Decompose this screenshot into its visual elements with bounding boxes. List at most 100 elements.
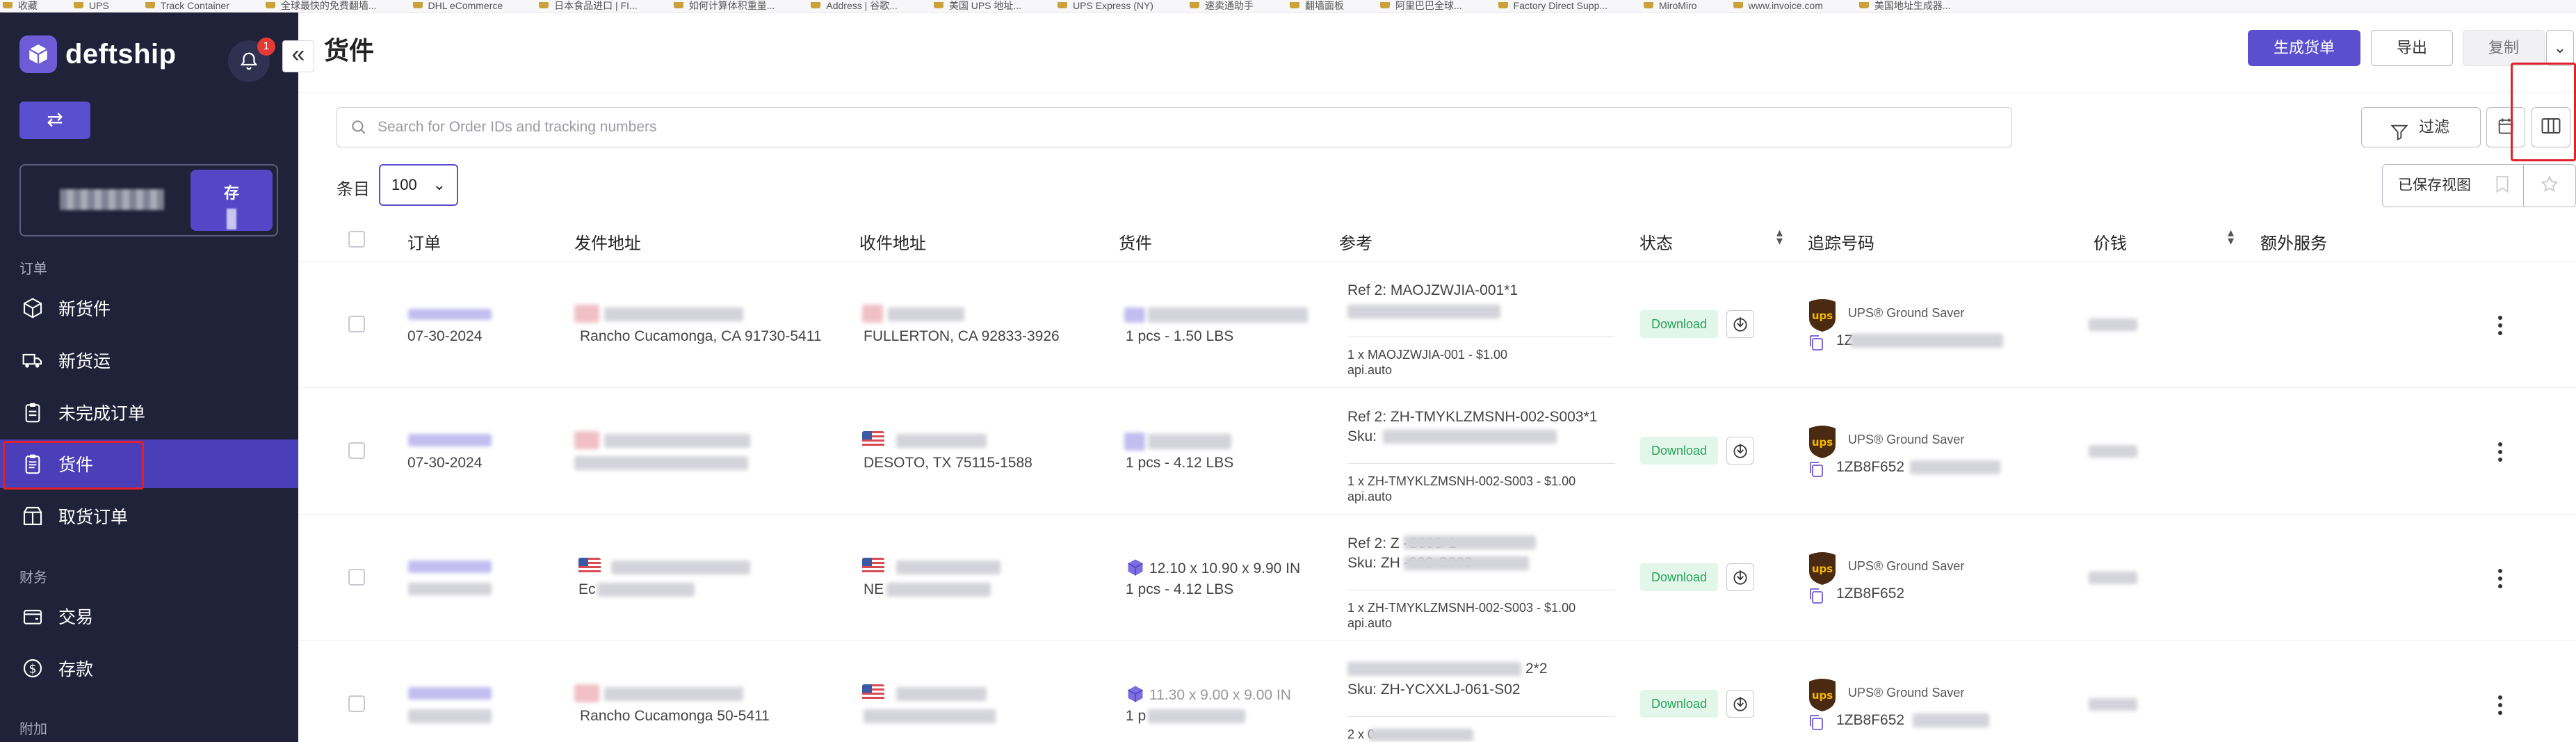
bookmark-item[interactable]: MiroMiro xyxy=(1641,1,1697,12)
search-bar[interactable] xyxy=(337,107,2012,147)
store-deposit-button[interactable]: 存 xyxy=(191,170,273,231)
sidebar-item-deposits[interactable]: $ 存款 xyxy=(0,644,298,693)
bookmark-item[interactable]: 美国地址生成器... xyxy=(1856,1,1951,12)
sidebar-item-new-shipment[interactable]: 新货件 xyxy=(0,284,298,332)
bookmark-item[interactable]: 翻墙面板 xyxy=(1287,1,1344,12)
export-button[interactable]: 导出 xyxy=(2371,30,2453,66)
package-icon-redacted xyxy=(1124,307,1145,323)
sidebar-item-transactions[interactable]: 交易 xyxy=(0,592,298,640)
tracking-number[interactable]: 1ZB8F652 xyxy=(1836,712,1904,729)
nav-section-orders: 订单 xyxy=(19,261,47,277)
bookmark-item[interactable]: 收藏 xyxy=(0,1,38,12)
status-badge[interactable]: Download xyxy=(1640,310,1718,338)
row-menu-icon[interactable] xyxy=(2493,312,2507,339)
status-badge[interactable]: Download xyxy=(1640,690,1718,718)
copy-icon[interactable] xyxy=(1808,334,1824,352)
collapse-sidebar-button[interactable]: « xyxy=(282,40,314,72)
notification-bell-icon[interactable]: 1 xyxy=(228,38,275,82)
bookmark-item[interactable]: UPS Express (NY) xyxy=(1055,1,1153,12)
row-checkbox[interactable] xyxy=(348,316,365,332)
sidebar-item-shipments[interactable]: 货件 xyxy=(0,439,298,490)
sidebar-item-new-freight[interactable]: 新货运 xyxy=(0,336,298,385)
flag-redacted xyxy=(574,684,599,702)
filter-button[interactable]: 过滤 xyxy=(2361,107,2481,147)
ref-title-redacted xyxy=(1347,662,1521,676)
copy-icon[interactable] xyxy=(1808,587,1824,605)
ref-item-redacted xyxy=(1369,729,1473,741)
table-row[interactable]: 07-30-2024 Rancho Cucamonga, CA 91730-54… xyxy=(298,261,2576,388)
us-flag-icon xyxy=(578,558,601,574)
column-header-package[interactable]: 货件 xyxy=(1119,229,1152,254)
order-id-redacted xyxy=(408,560,492,573)
bookmark-item[interactable]: 美国 UPS 地址... xyxy=(931,1,1021,12)
sort-icon[interactable]: ▴ ▾ xyxy=(2228,226,2234,247)
status-badge[interactable]: Download xyxy=(1640,437,1718,465)
table-row[interactable]: Rancho Cucamonga 50-5411 11.30 x 9.00 x … xyxy=(298,641,2576,742)
row-menu-icon[interactable] xyxy=(2493,691,2507,719)
table-row[interactable]: Ec NE 12.10 x 10.90 x 9.90 IN 1 pcs - 4.… xyxy=(298,515,2576,641)
column-header-to[interactable]: 收件地址 xyxy=(859,229,926,254)
sidebar-item-label: 新货件 xyxy=(58,300,111,319)
package-qty: 1 pcs - 4.12 LBS xyxy=(1126,581,1234,597)
download-icon[interactable] xyxy=(1726,563,1754,591)
column-header-status[interactable]: 状态 xyxy=(1639,229,1673,254)
row-checkbox[interactable] xyxy=(348,569,365,586)
sort-icon[interactable]: ▴ ▾ xyxy=(1776,226,1783,247)
brand-logo[interactable]: deftship xyxy=(19,35,177,74)
page-size-select[interactable]: 100 ⌄ xyxy=(379,164,458,206)
tracking-number[interactable]: 1ZB8F652 xyxy=(1836,459,1904,476)
sidebar-item-incomplete-orders[interactable]: 未完成订单 xyxy=(0,388,298,437)
search-input[interactable] xyxy=(378,115,1907,140)
store-selector[interactable]: 存 xyxy=(19,164,278,236)
package-icon-redacted xyxy=(1124,433,1145,451)
download-icon[interactable] xyxy=(1726,690,1754,718)
us-flag-icon xyxy=(862,684,884,701)
row-checkbox[interactable] xyxy=(348,695,365,712)
to-address: NE xyxy=(864,581,884,597)
bookmark-item[interactable]: DHL eCommerce xyxy=(410,1,503,12)
bookmark-item[interactable]: 日本食品进口 | FI... xyxy=(536,1,638,12)
copy-icon[interactable] xyxy=(1808,713,1824,732)
sidebar-item-pickup-orders[interactable]: 取货订单 xyxy=(0,492,298,540)
package-qty: 1 p xyxy=(1126,708,1147,724)
bookmarks-bar: 收藏 UPS Track Container 全球最快的免费翻墙... DHL eCom… xyxy=(0,0,2576,13)
from-address-redacted xyxy=(597,583,695,597)
bookmark-item[interactable]: www.invoice.com xyxy=(1731,1,1823,12)
bookmark-item[interactable]: 速卖通助手 xyxy=(1187,1,1254,12)
svg-text:ups: ups xyxy=(1812,309,1833,322)
row-checkbox[interactable] xyxy=(348,442,365,459)
bookmark-item[interactable]: Address | 谷歌... xyxy=(808,1,898,12)
table-row[interactable]: 07-30-2024 DESOTO, TX 75115-1588 1 pcs -… xyxy=(298,388,2576,515)
row-menu-icon[interactable] xyxy=(2493,438,2507,466)
generate-manifest-button[interactable]: 生成货单 xyxy=(2248,30,2360,66)
bookmark-item[interactable]: 全球最快的免费翻墙... xyxy=(263,1,377,12)
svg-text:$: $ xyxy=(29,663,36,677)
status-badge[interactable]: Download xyxy=(1640,563,1718,591)
download-icon[interactable] xyxy=(1726,310,1754,338)
bookmark-item[interactable]: Track Container xyxy=(143,1,229,12)
bookmark-item[interactable]: 如何计算体积重量... xyxy=(671,1,775,12)
column-header-tracking[interactable]: 追踪号码 xyxy=(1808,229,1874,254)
order-id-redacted xyxy=(408,687,492,700)
column-header-extra-services[interactable]: 额外服务 xyxy=(2260,229,2327,254)
tracking-number[interactable]: 1ZB8F652 xyxy=(1836,586,1904,602)
column-header-price[interactable]: 价钱 xyxy=(2093,229,2127,254)
bookmark-item[interactable]: Factory Direct Supp... xyxy=(1496,1,1607,12)
bookmark-view-button[interactable] xyxy=(2481,164,2524,207)
copy-button[interactable]: 复制 xyxy=(2463,30,2545,66)
bookmark-item[interactable]: 阿里巴巴全球... xyxy=(1377,1,1462,12)
bookmark-item[interactable]: UPS xyxy=(71,1,109,12)
favorite-view-button[interactable] xyxy=(2524,164,2576,207)
switch-account-button[interactable]: ⇄ xyxy=(19,102,90,139)
row-menu-icon[interactable] xyxy=(2493,565,2507,592)
truck-icon xyxy=(21,348,44,372)
copy-dropdown-button[interactable]: ⌄ xyxy=(2546,30,2574,66)
search-icon xyxy=(350,118,368,140)
svg-text:ups: ups xyxy=(1812,563,1833,575)
column-header-reference[interactable]: 参考 xyxy=(1339,229,1372,254)
copy-icon[interactable] xyxy=(1808,460,1824,478)
select-all-checkbox[interactable] xyxy=(348,231,365,248)
column-header-from[interactable]: 发件地址 xyxy=(574,229,641,254)
download-icon[interactable] xyxy=(1726,437,1754,465)
column-header-order[interactable]: 订单 xyxy=(407,229,441,254)
